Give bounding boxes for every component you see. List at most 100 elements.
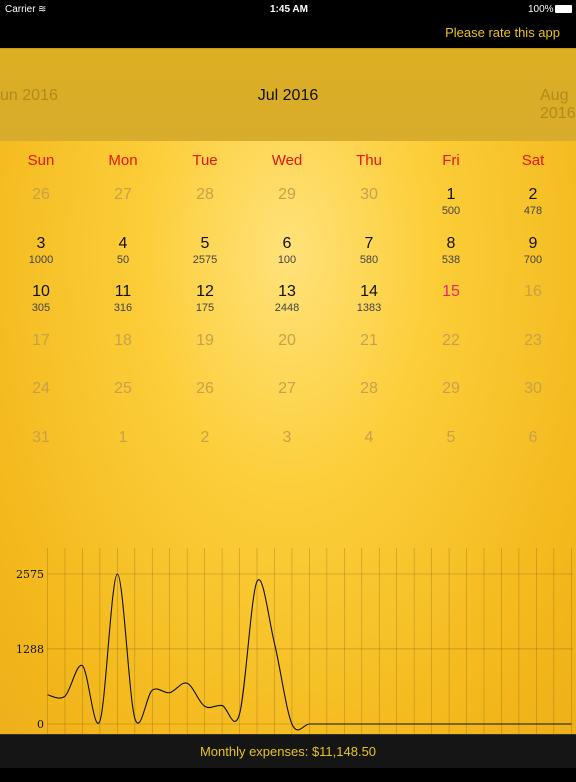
day-amount: 305: [31, 302, 51, 315]
day-number: 1: [118, 429, 128, 446]
weekday-sat: Sat: [521, 152, 545, 169]
calendar-day[interactable]: 1 500: [410, 186, 492, 217]
day-number: 28: [196, 186, 214, 203]
day-number: 24: [32, 380, 50, 398]
y-tick-label: 2575: [16, 568, 44, 581]
calendar-day[interactable]: 18: [82, 332, 164, 350]
day-number: 13: [278, 283, 296, 301]
calendar-day[interactable]: 13 2448: [246, 283, 328, 314]
day-amount: 175: [195, 302, 215, 315]
day-number: 6: [528, 429, 538, 446]
day-number: 17: [32, 331, 50, 349]
calendar-day[interactable]: 20: [246, 332, 328, 350]
calendar-day[interactable]: 10 305: [0, 283, 82, 314]
day-number: 10: [32, 283, 50, 301]
y-tick-label: 1288: [16, 643, 44, 656]
day-amount: 1000: [28, 253, 54, 266]
day-number: 8: [446, 234, 456, 252]
calendar-day[interactable]: 15: [410, 283, 492, 301]
calendar-day[interactable]: 26: [0, 186, 82, 204]
day-amount: 1383: [356, 302, 382, 315]
weekday-sun: Sun: [27, 152, 55, 169]
calendar-day[interactable]: 7 580: [328, 235, 410, 266]
day-amount: 2448: [274, 302, 300, 315]
calendar-day[interactable]: 3: [246, 429, 328, 447]
day-number: 6: [282, 234, 292, 252]
calendar-day[interactable]: 8 538: [410, 235, 492, 266]
y-tick-label: 0: [37, 718, 44, 731]
day-number: 5: [200, 234, 210, 252]
calendar-day[interactable]: 19: [164, 332, 246, 350]
day-number: 27: [114, 186, 132, 203]
calendar-day[interactable]: 2 478: [492, 186, 574, 217]
calendar-day[interactable]: 27: [246, 380, 328, 398]
day-number: 21: [360, 331, 378, 349]
day-amount: 100: [277, 253, 297, 266]
calendar-day[interactable]: 1: [82, 429, 164, 447]
weekday-tue: Tue: [192, 152, 218, 169]
calendar-day[interactable]: 6 100: [246, 235, 328, 266]
calendar-day[interactable]: 4 50: [82, 235, 164, 266]
calendar-day[interactable]: 17: [0, 332, 82, 350]
calendar-day[interactable]: 28: [164, 186, 246, 204]
calendar-day[interactable]: 30: [328, 186, 410, 204]
rate-app-button[interactable]: Please rate this app: [445, 25, 560, 40]
status-bar: Carrier ≋ 1:45 AM 100%: [0, 0, 576, 18]
calendar-day[interactable]: 9 700: [492, 235, 574, 266]
calendar-day[interactable]: 11 316: [82, 283, 164, 314]
calendar-day[interactable]: 3 1000: [0, 235, 82, 266]
calendar-day[interactable]: 27: [82, 186, 164, 204]
calendar-day[interactable]: 23: [492, 332, 574, 350]
calendar-day[interactable]: 5: [410, 429, 492, 447]
day-number: 23: [524, 331, 542, 349]
calendar-day[interactable]: 5 2575: [164, 235, 246, 266]
battery-icon: [555, 5, 572, 13]
calendar-day[interactable]: 21: [328, 332, 410, 350]
battery-level: 100%: [528, 4, 554, 15]
calendar-day[interactable]: 26: [164, 380, 246, 398]
calendar-day[interactable]: 24: [0, 380, 82, 398]
month-selector[interactable]: Jun 2016 Jul 2016 Aug 2016: [0, 48, 576, 141]
nav-bar: Please rate this app: [0, 18, 576, 48]
day-number: 7: [364, 234, 374, 252]
day-number: 3: [282, 429, 292, 446]
day-number: 4: [364, 429, 374, 446]
weekday-mon: Mon: [108, 152, 138, 169]
day-amount: 2575: [192, 253, 218, 266]
calendar-day[interactable]: 29: [246, 186, 328, 204]
calendar-day[interactable]: 30: [492, 380, 574, 398]
day-amount: 478: [523, 205, 543, 217]
day-amount: 700: [523, 253, 543, 266]
current-month: Jul 2016: [257, 87, 319, 104]
calendar-day[interactable]: 14 1383: [328, 283, 410, 314]
day-number: 20: [278, 331, 296, 349]
calendar-day[interactable]: 12 175: [164, 283, 246, 314]
calendar-day[interactable]: 4: [328, 429, 410, 447]
calendar-day[interactable]: 29: [410, 380, 492, 398]
calendar-day[interactable]: 2: [164, 429, 246, 447]
calendar-day[interactable]: 6: [492, 429, 574, 447]
day-number: 16: [524, 283, 542, 301]
day-number: 2: [528, 186, 538, 203]
day-number: 27: [278, 380, 296, 398]
day-number: 26: [196, 380, 214, 398]
day-number: 12: [196, 283, 214, 301]
day-number: 4: [118, 234, 128, 252]
day-number: 2: [200, 429, 210, 446]
calendar-day[interactable]: 25: [82, 380, 164, 398]
calendar-day[interactable]: 16: [492, 283, 574, 301]
monthly-expenses: Monthly expenses: $11,148.50: [0, 734, 576, 768]
calendar-view: Jun 2016 Jul 2016 Aug 2016 Sun Mon Tue Wed T…: [0, 48, 576, 769]
day-number: 31: [32, 429, 50, 446]
day-number: 11: [114, 283, 132, 301]
calendar-day[interactable]: 28: [328, 380, 410, 398]
weekday-fri: Fri: [442, 152, 460, 169]
day-number: 3: [36, 234, 46, 252]
day-amount: 580: [359, 253, 379, 266]
calendar-day[interactable]: 31: [0, 429, 82, 447]
next-month[interactable]: Aug 2016: [540, 87, 576, 123]
day-number: 15: [442, 283, 460, 301]
wifi-icon: ≋: [38, 4, 47, 15]
day-number: 29: [442, 380, 460, 398]
calendar-day[interactable]: 22: [410, 332, 492, 350]
